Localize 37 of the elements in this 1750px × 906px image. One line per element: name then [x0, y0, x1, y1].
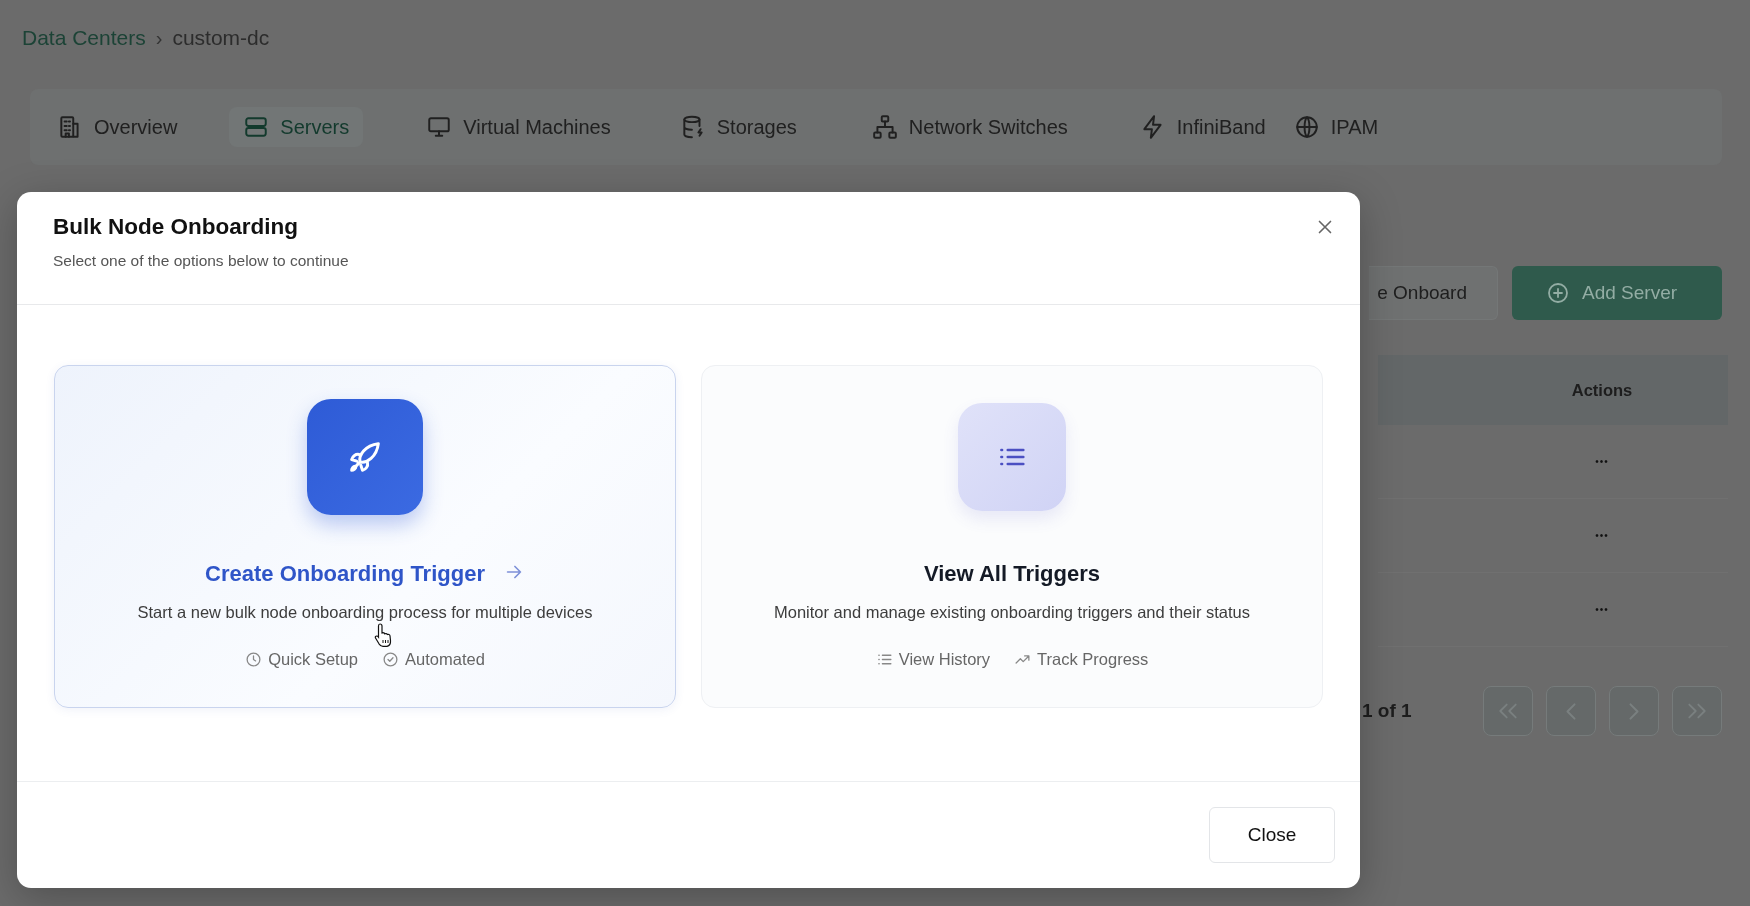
onboard-button[interactable]: e Onboard [1369, 266, 1498, 320]
tab[interactable]: Storages [665, 107, 811, 147]
tab[interactable]: InfiniBand [1125, 107, 1280, 147]
option-title: View All Triggers [923, 561, 1101, 587]
tab[interactable]: Network Switches [857, 107, 1082, 147]
option-description: Start a new bulk node onboarding process for multiple devices [137, 603, 593, 622]
globe-icon [1293, 114, 1320, 140]
feature-label: Quick Setup [268, 650, 359, 669]
dialog-subtitle: Select one of the options below to continue [53, 252, 350, 270]
server-icon [243, 114, 270, 140]
plus-circle-icon [1546, 281, 1570, 305]
feature-label: Automated [405, 650, 485, 669]
dialog-title: Bulk Node Onboarding [53, 214, 299, 240]
option-card[interactable]: Create Onboarding Trigger Start a new bulk node onboarding process for multiple devices Quick Setup Automated [54, 365, 676, 708]
tab[interactable]: Servers [229, 107, 364, 147]
clock-icon [245, 651, 263, 668]
add-button[interactable]: Add Server [1512, 266, 1722, 320]
breadcrumb-current: custom-dc [172, 26, 270, 50]
page-info: 1 of 1 [1361, 700, 1412, 722]
actions-menu[interactable]: ••• [1522, 456, 1682, 467]
close-button[interactable]: Close [1209, 807, 1335, 863]
option-title: Create Onboarding Trigger [205, 561, 485, 587]
breadcrumb-separator: › [155, 26, 163, 50]
actions-menu[interactable]: ••• [1522, 604, 1682, 615]
tab[interactable]: Virtual Machines [412, 107, 625, 147]
actions-menu[interactable]: ••• [1522, 530, 1682, 541]
monitor-icon [426, 114, 453, 140]
tab[interactable]: Overview [43, 107, 192, 147]
breadcrumb-link[interactable]: Data Centers [22, 26, 146, 50]
feature-label: View History [898, 650, 991, 669]
column-header: Actions [1570, 380, 1634, 400]
check-circle-icon [382, 651, 400, 668]
network-icon [871, 114, 898, 140]
tab[interactable]: IPAM [1279, 107, 1393, 147]
option-description: Monitor and manage existing onboarding triggers and their status [773, 603, 1250, 622]
feature-label: Track Progress [1037, 650, 1149, 669]
option-card[interactable]: View All Triggers Monitor and manage existing onboarding triggers and their status View History Track Progress [701, 365, 1323, 708]
